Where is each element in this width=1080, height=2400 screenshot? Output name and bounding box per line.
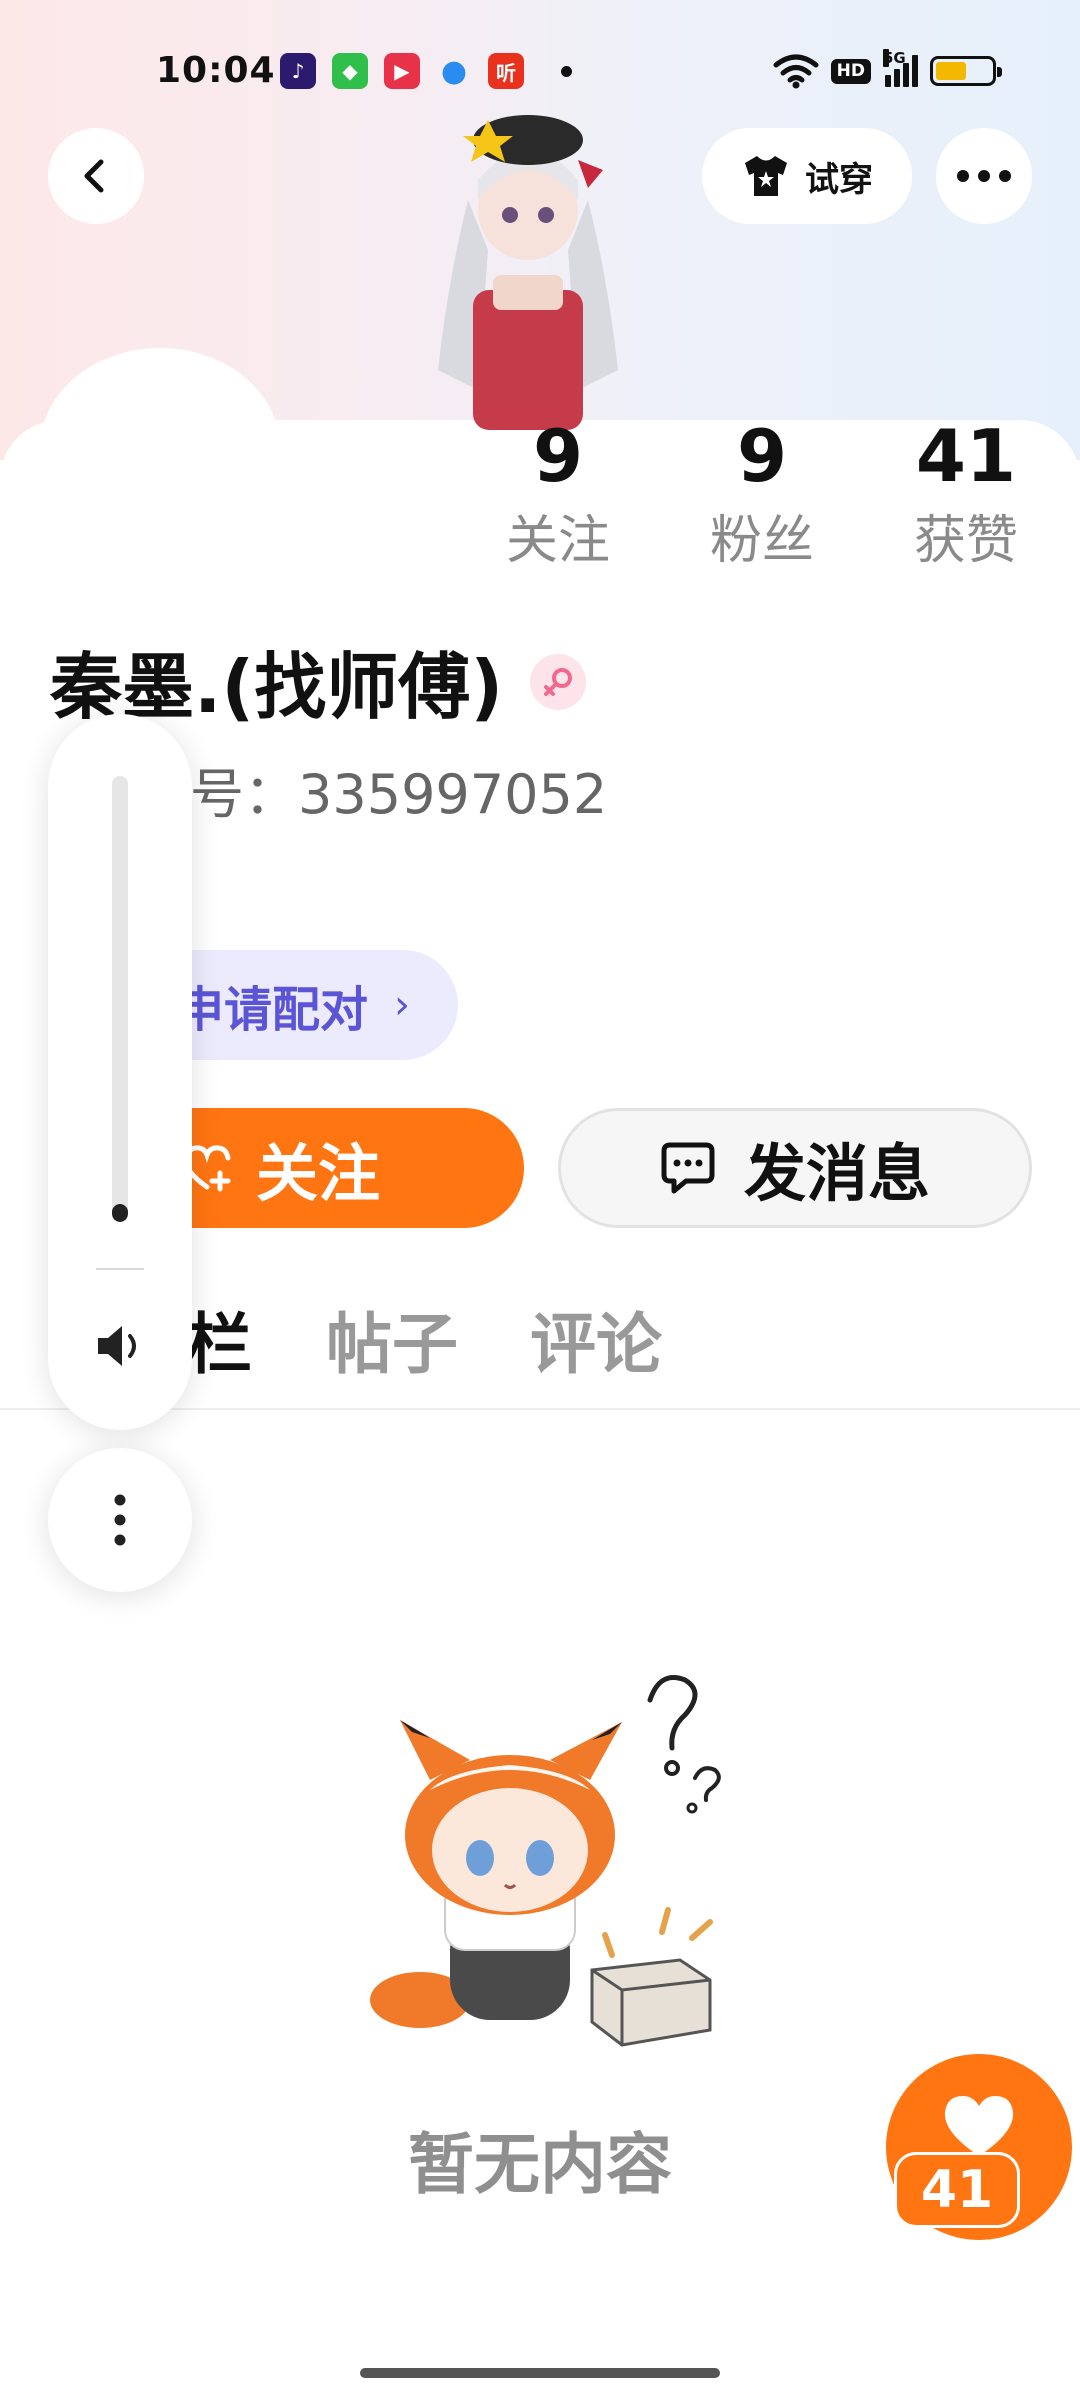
signal-icon: 5G bbox=[883, 49, 918, 87]
followers-label: 粉丝 bbox=[709, 511, 814, 571]
home-indicator[interactable] bbox=[360, 2368, 720, 2378]
volume-panel bbox=[48, 714, 192, 1430]
tab-posts[interactable]: 帖子 bbox=[326, 1300, 458, 1390]
follow-label: 关注 bbox=[256, 1137, 381, 1210]
wifi-icon bbox=[773, 54, 819, 89]
tab-comments[interactable]: 评论 bbox=[530, 1300, 662, 1390]
send-message-button[interactable]: 发消息 bbox=[558, 1108, 1032, 1228]
following-label: 关注 bbox=[505, 511, 610, 571]
back-button[interactable] bbox=[48, 128, 144, 224]
stat-following[interactable]: 9 关注 bbox=[488, 414, 628, 576]
hd-badge: HD bbox=[830, 58, 871, 84]
listen-app-icon: 听 bbox=[488, 53, 524, 89]
avatar[interactable] bbox=[418, 100, 638, 430]
user-id-label: 号： bbox=[190, 763, 298, 826]
tiktok-icon: ♪ bbox=[280, 53, 316, 89]
try-on-button[interactable]: 试穿 bbox=[702, 128, 912, 224]
video-play-icon: ▶ bbox=[384, 53, 420, 89]
empty-state-illustration bbox=[370, 1675, 721, 2047]
stat-followers[interactable]: 9 粉丝 bbox=[692, 414, 832, 576]
stat-likes[interactable]: 41 获赞 bbox=[896, 414, 1036, 576]
female-icon bbox=[544, 668, 572, 696]
apply-pair-button[interactable]: 申请配对 › bbox=[150, 950, 458, 1060]
apply-pair-label: 申请配对 bbox=[176, 982, 369, 1038]
tab-column[interactable]: 栏 bbox=[186, 1300, 252, 1390]
network-type: 5G bbox=[883, 49, 906, 67]
battery-level bbox=[936, 62, 966, 80]
volume-divider bbox=[96, 1268, 144, 1270]
following-count: 9 bbox=[532, 414, 584, 498]
likes-label: 获赞 bbox=[913, 511, 1018, 571]
follow-button[interactable]: 关注 bbox=[150, 1108, 524, 1228]
notification-dot bbox=[561, 66, 572, 77]
gender-badge bbox=[530, 654, 586, 710]
more-dots-icon bbox=[957, 170, 1011, 182]
vertical-dots-icon bbox=[114, 1494, 126, 1546]
status-indicators: HD 5G bbox=[773, 49, 1002, 92]
try-on-label: 试穿 bbox=[805, 159, 873, 200]
speaker-icon[interactable] bbox=[92, 1318, 148, 1374]
shirt-icon bbox=[745, 156, 787, 196]
green-app-icon: ◆ bbox=[332, 53, 368, 89]
user-id: 号：335997052 bbox=[190, 760, 607, 830]
more-options-button[interactable] bbox=[936, 128, 1032, 224]
like-count: 41 bbox=[894, 2152, 1020, 2228]
followers-count: 9 bbox=[736, 414, 788, 498]
send-message-label: 发消息 bbox=[743, 1137, 930, 1210]
user-id-value: 335997052 bbox=[298, 763, 608, 826]
volume-slider[interactable] bbox=[112, 776, 128, 1222]
status-time: 10:04 bbox=[156, 50, 276, 91]
chat-bubble-icon bbox=[661, 1142, 715, 1194]
blue-feather-icon: ● bbox=[440, 53, 468, 89]
volume-level bbox=[112, 1204, 128, 1222]
volume-more-button[interactable] bbox=[48, 1448, 192, 1592]
likes-count: 41 bbox=[915, 414, 1017, 498]
chevron-right-icon: › bbox=[394, 982, 411, 1028]
battery-icon bbox=[930, 56, 1002, 86]
chevron-left-icon bbox=[84, 159, 104, 193]
